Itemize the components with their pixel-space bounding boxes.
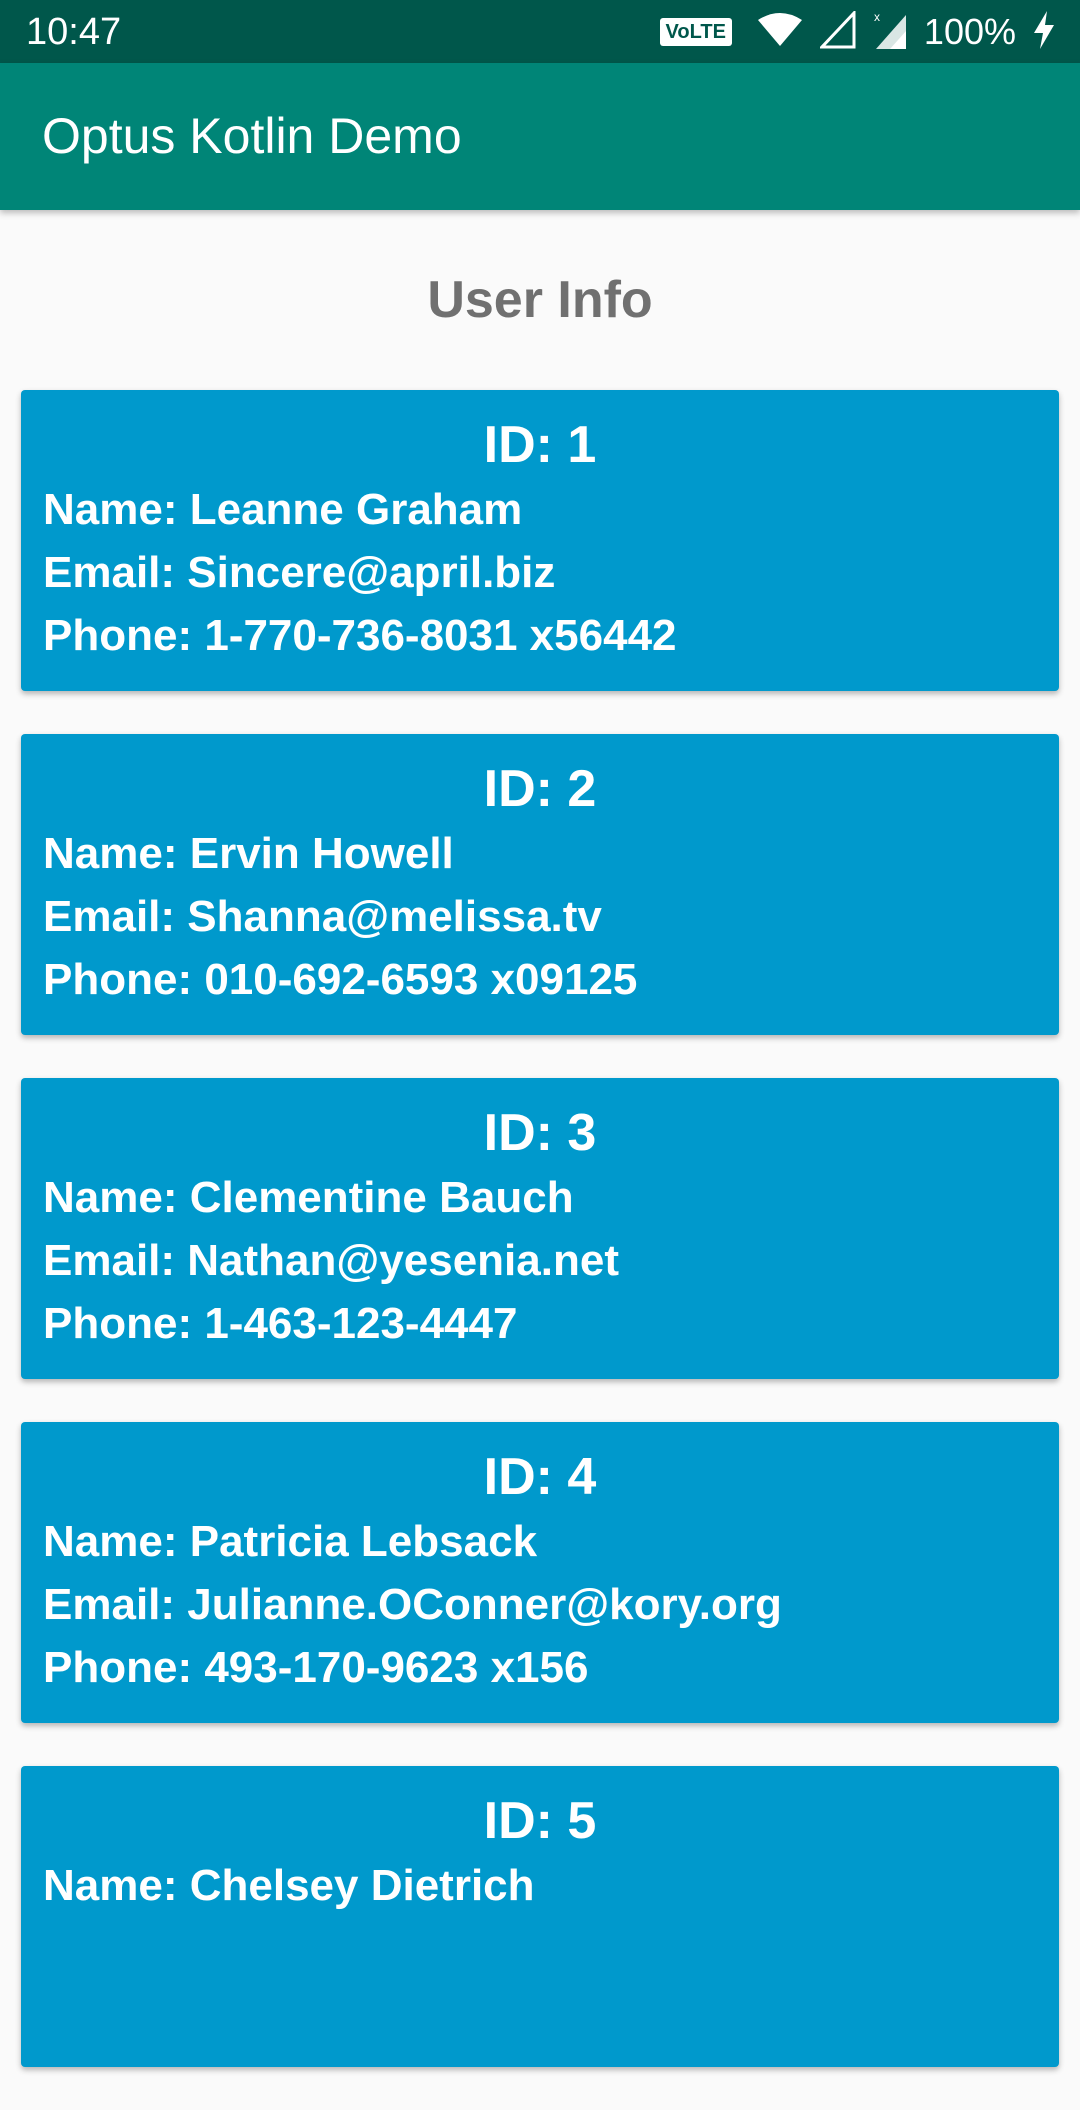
user-card[interactable]: ID: 2 Name: Ervin Howell Email: Shanna@m…: [21, 734, 1059, 1035]
user-id: ID: 3: [483, 1104, 597, 1162]
user-list[interactable]: ID: 1 Name: Leanne Graham Email: Sincere…: [21, 390, 1059, 2110]
user-name: Name: Ervin Howell: [43, 829, 454, 878]
user-phone: Phone: 1-463-123-4447: [43, 1299, 518, 1348]
page-heading: User Info: [427, 271, 653, 329]
user-card[interactable]: ID: 3 Name: Clementine Bauch Email: Nath…: [21, 1078, 1059, 1379]
user-name: Name: Chelsey Dietrich: [43, 1861, 535, 1910]
user-name: Name: Patricia Lebsack: [43, 1517, 538, 1566]
svg-text:x: x: [874, 10, 880, 24]
volte-badge: VoLTE: [659, 18, 732, 46]
user-name: Name: Clementine Bauch: [43, 1173, 574, 1222]
user-phone: Phone: 010-692-6593 x09125: [43, 955, 638, 1004]
status-icons: VoLTE x 100%: [644, 8, 1056, 56]
app-bar: Optus Kotlin Demo: [0, 63, 1080, 210]
user-id: ID: 5: [483, 1792, 597, 1850]
battery-percent: 100%: [923, 11, 1016, 52]
user-id: ID: 2: [483, 760, 597, 818]
user-email: Email: Sincere@april.biz: [43, 548, 556, 597]
status-time: 10:47: [26, 11, 122, 53]
app-title: Optus Kotlin Demo: [42, 108, 462, 164]
user-name: Name: Leanne Graham: [43, 485, 523, 534]
user-email: Email: Shanna@melissa.tv: [43, 892, 602, 941]
user-email: Email: Nathan@yesenia.net: [43, 1236, 619, 1285]
status-bar: 10:47 VoLTE x 100%: [0, 0, 1080, 63]
user-id: ID: 4: [483, 1448, 597, 1506]
wifi-icon: [756, 12, 804, 53]
charging-icon: [1032, 10, 1056, 55]
user-email: Email: Julianne.OConner@kory.org: [43, 1580, 782, 1629]
user-id: ID: 1: [483, 416, 597, 474]
signal-x-icon: x: [872, 9, 908, 56]
user-phone: Phone: 493-170-9623 x156: [43, 1643, 589, 1692]
user-card[interactable]: ID: 1 Name: Leanne Graham Email: Sincere…: [21, 390, 1059, 691]
user-card[interactable]: ID: 5 Name: Chelsey Dietrich: [21, 1766, 1059, 2067]
user-card[interactable]: ID: 4 Name: Patricia Lebsack Email: Juli…: [21, 1422, 1059, 1723]
signal-icon: [818, 8, 856, 54]
user-phone: Phone: 1-770-736-8031 x56442: [43, 611, 677, 660]
